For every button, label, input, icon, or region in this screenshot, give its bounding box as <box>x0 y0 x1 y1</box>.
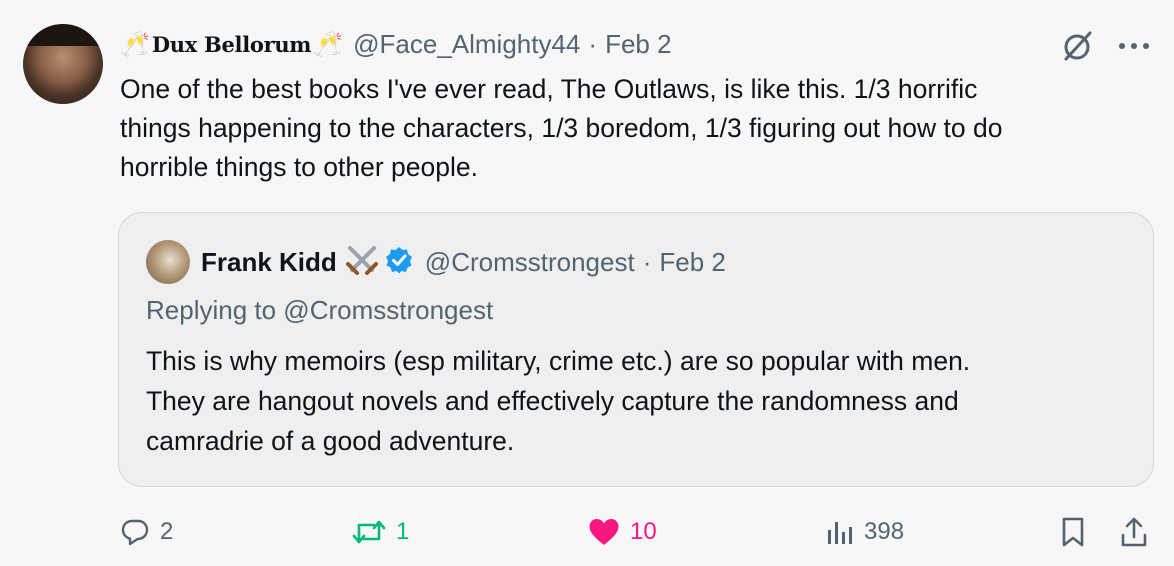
quote-text: This is why memoirs (esp military, crime… <box>146 341 970 461</box>
author-display-name[interactable]: Dux Bellorum <box>152 32 312 57</box>
reply-button[interactable]: 2 <box>120 510 173 554</box>
repost-count: 1 <box>396 518 410 545</box>
share-icon <box>1121 517 1147 547</box>
tweet-header: 🥂 Dux Bellorum 🥂 @Face_Almighty44 · Feb … <box>120 26 672 62</box>
author-avatar[interactable] <box>23 24 103 104</box>
tweet-top-actions <box>1060 28 1150 64</box>
quote-author-avatar[interactable] <box>146 240 190 284</box>
clinking-glasses-emoji: 🥂 <box>120 30 150 58</box>
quoted-tweet[interactable]: Frank Kidd @Cromsstrongest · Feb 2 Reply… <box>118 212 1154 487</box>
header-separator: · <box>588 28 598 59</box>
quote-header: Frank Kidd @Cromsstrongest · Feb 2 <box>201 241 726 283</box>
like-count: 10 <box>630 518 657 545</box>
reply-count: 2 <box>160 518 174 545</box>
action-bar: 2 1 10 398 <box>0 510 1174 554</box>
analytics-icon <box>828 522 852 544</box>
verified-badge-icon[interactable] <box>385 246 413 279</box>
grok-icon[interactable] <box>1060 28 1096 64</box>
views-button[interactable]: 398 <box>824 510 904 554</box>
share-button[interactable] <box>1120 510 1148 554</box>
tweet-text-line: horrible things to other people. <box>120 152 478 182</box>
tweet-date[interactable]: Feb 2 <box>605 29 672 60</box>
quote-date[interactable]: Feb 2 <box>659 247 726 278</box>
bookmark-icon <box>1062 517 1084 547</box>
tweet-text-line: One of the best books I've ever read, Th… <box>120 74 978 104</box>
like-button[interactable]: 10 <box>588 510 657 554</box>
tweet-text: One of the best books I've ever read, Th… <box>120 70 1160 187</box>
view-count: 398 <box>864 518 905 545</box>
quote-author-handle[interactable]: @Cromsstrongest <box>425 247 635 278</box>
more-icon[interactable] <box>1118 41 1150 51</box>
crossed-swords-icon <box>345 243 379 282</box>
reply-icon <box>121 519 149 546</box>
author-handle[interactable]: @Face_Almighty44 <box>353 29 580 60</box>
quote-header-separator: · <box>642 246 652 277</box>
clinking-glasses-emoji: 🥂 <box>313 30 344 58</box>
tweet-text-line: things happening to the characters, 1/3 … <box>120 113 1003 143</box>
quote-author-display-name[interactable]: Frank Kidd <box>201 247 337 278</box>
heart-icon <box>589 519 619 545</box>
bookmark-button[interactable] <box>1060 510 1086 554</box>
quote-text-line: camradrie of a good adventure. <box>146 426 515 456</box>
quote-text-line: This is why memoirs (esp military, crime… <box>146 346 971 376</box>
quote-text-line: They are hangout novels and effectively … <box>146 386 959 416</box>
replying-to-label[interactable]: Replying to @Cromsstrongest <box>146 295 493 326</box>
repost-icon <box>352 520 386 544</box>
repost-button[interactable]: 1 <box>352 510 409 554</box>
